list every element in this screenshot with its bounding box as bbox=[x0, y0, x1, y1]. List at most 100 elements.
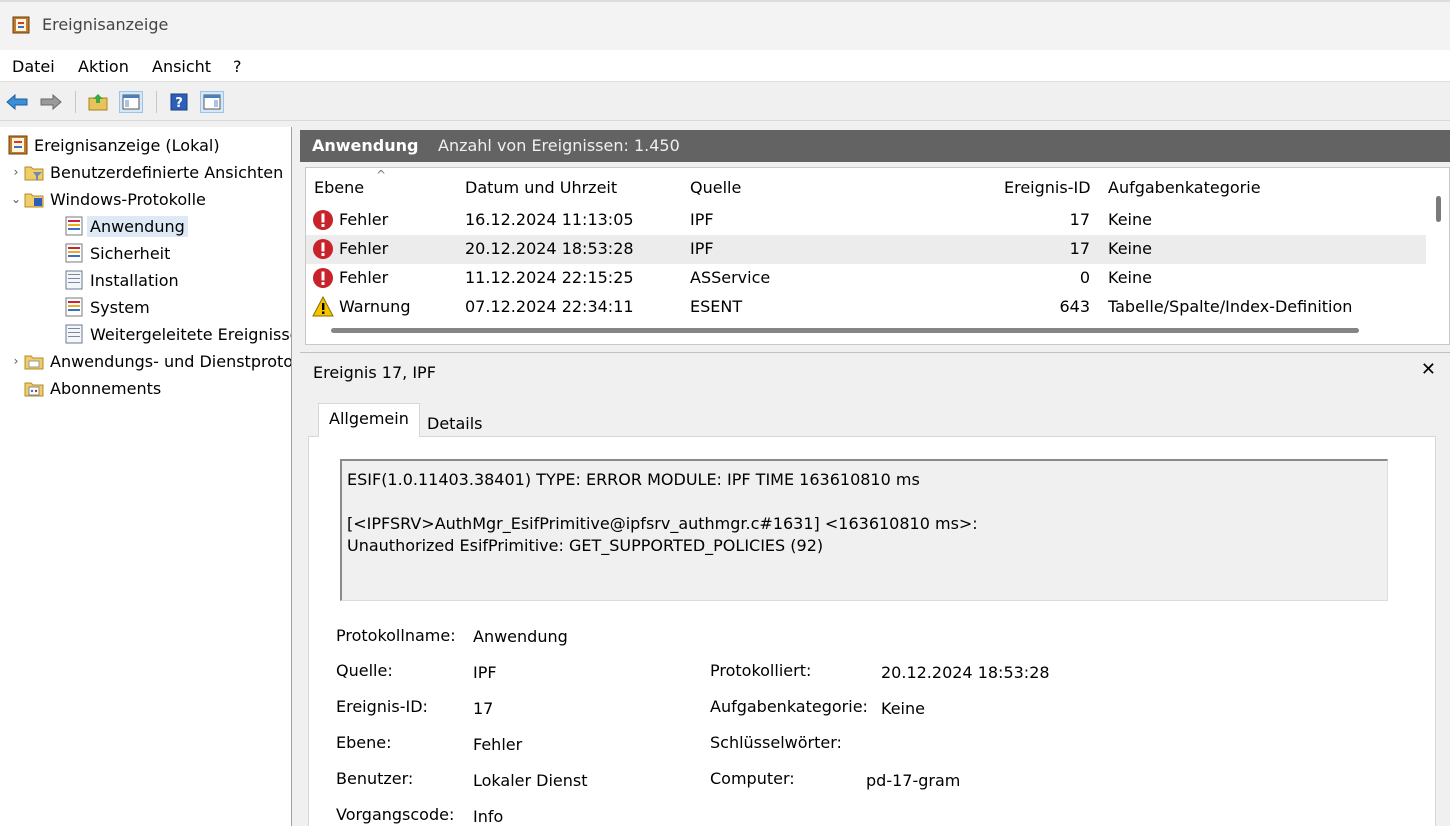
tree-item-windows-logs[interactable]: ⌄ Windows-Protokolle bbox=[8, 187, 206, 211]
log-icon bbox=[65, 243, 83, 263]
tree-item-root[interactable]: Ereignisanzeige (Lokal) bbox=[8, 133, 220, 157]
tree-item-system[interactable]: System bbox=[64, 295, 150, 319]
user-value: Lokaler Dienst bbox=[473, 771, 588, 790]
windows-folder-icon bbox=[24, 193, 44, 208]
event-message[interactable]: ESIF(1.0.11403.38401) TYPE: ERROR MODULE… bbox=[340, 459, 1388, 601]
table-row-selected[interactable]: Fehler 20.12.2024 18:53:28 IPF 17 Keine bbox=[306, 235, 1426, 264]
error-icon bbox=[313, 210, 333, 230]
computer-value: pd-17-gram bbox=[866, 771, 961, 790]
computer-label: Computer: bbox=[710, 769, 795, 788]
forward-arrow-icon bbox=[40, 94, 62, 110]
column-header-task-category[interactable]: Aufgabenkategorie bbox=[1108, 178, 1261, 197]
tree-item-anwendung[interactable]: Anwendung bbox=[64, 214, 188, 238]
logged-label: Protokolliert: bbox=[710, 661, 812, 680]
pane-splitter[interactable] bbox=[292, 127, 300, 826]
vertical-scrollbar[interactable] bbox=[1436, 196, 1441, 222]
event-id-value: 17 bbox=[473, 699, 494, 718]
column-header-level[interactable]: Ebene bbox=[314, 178, 364, 197]
table-row[interactable]: Fehler 16.12.2024 11:13:05 IPF 17 Keine bbox=[306, 206, 1426, 235]
horizontal-scrollbar[interactable] bbox=[331, 328, 1359, 333]
cell-event-id: 0 bbox=[1079, 268, 1090, 287]
chevron-right-icon[interactable]: › bbox=[8, 354, 24, 368]
table-row[interactable]: Fehler 11.12.2024 22:15:25 ASService 0 K… bbox=[306, 264, 1426, 293]
top-edge bbox=[0, 0, 1450, 2]
chevron-right-icon[interactable]: › bbox=[8, 165, 24, 179]
error-icon bbox=[313, 268, 333, 288]
back-button[interactable] bbox=[5, 91, 29, 113]
cell-source: ESENT bbox=[690, 297, 743, 316]
detail-title: Ereignis 17, IPF bbox=[313, 363, 436, 382]
user-label: Benutzer: bbox=[336, 769, 414, 788]
log-name-label: Protokollname: bbox=[336, 626, 456, 645]
events-list: ^ Ebene Datum und Uhrzeit Quelle Ereigni… bbox=[305, 167, 1450, 345]
help-icon: ? bbox=[170, 93, 188, 111]
level-label: Ebene: bbox=[336, 733, 392, 752]
message-line: Unauthorized EsifPrimitive: GET_SUPPORTE… bbox=[347, 536, 824, 555]
toolbar-separator bbox=[75, 91, 76, 113]
cell-level: Warnung bbox=[339, 297, 411, 316]
console-tree-icon bbox=[122, 94, 140, 110]
tree-item-app-service-logs[interactable]: › Anwendungs- und Dienstprotokolle bbox=[8, 349, 291, 373]
cell-datetime: 11.12.2024 22:15:25 bbox=[465, 268, 634, 287]
forward-button[interactable] bbox=[39, 91, 63, 113]
tree-item-sicherheit[interactable]: Sicherheit bbox=[64, 241, 170, 265]
tree-label: Weitergeleitete Ereignisse bbox=[90, 324, 292, 344]
cell-event-id: 17 bbox=[1069, 239, 1090, 258]
message-line: ESIF(1.0.11403.38401) TYPE: ERROR MODULE… bbox=[347, 470, 920, 489]
cell-task-category: Keine bbox=[1108, 210, 1152, 229]
column-header-event-id[interactable]: Ereignis-ID bbox=[1004, 178, 1091, 197]
toolbar-separator bbox=[156, 91, 157, 113]
action-pane-icon bbox=[203, 94, 221, 110]
tree-label: Benutzerdefinierte Ansichten bbox=[50, 162, 284, 182]
opcode-value: Info bbox=[473, 807, 504, 826]
sort-ascending-icon: ^ bbox=[376, 168, 387, 182]
chevron-down-icon[interactable]: ⌄ bbox=[8, 192, 24, 206]
tree-item-weitergeleitete-ereignisse[interactable]: Weitergeleitete Ereignisse bbox=[64, 322, 292, 346]
help-button[interactable]: ? bbox=[167, 91, 191, 113]
cell-source: IPF bbox=[690, 210, 714, 229]
event-count: Anzahl von Ereignissen: 1.450 bbox=[438, 136, 680, 155]
up-button[interactable] bbox=[86, 91, 110, 113]
column-header-datetime[interactable]: Datum und Uhrzeit bbox=[465, 178, 617, 197]
task-category-value: Keine bbox=[881, 699, 925, 718]
cell-level: Fehler bbox=[339, 210, 389, 229]
event-detail-pane: Ereignis 17, IPF ✕ Details ESIF(1.0.1140… bbox=[300, 352, 1450, 826]
tree-item-abonnements[interactable]: Abonnements bbox=[24, 376, 161, 400]
table-row[interactable]: Warnung 07.12.2024 22:34:11 ESENT 643 Ta… bbox=[306, 293, 1426, 322]
log-error-icon bbox=[65, 216, 83, 236]
tree-label: Anwendungs- und Dienstprotokolle bbox=[50, 351, 291, 371]
tree-label: Windows-Protokolle bbox=[50, 189, 206, 209]
filter-folder-icon bbox=[24, 166, 44, 181]
event-viewer-icon bbox=[12, 16, 30, 34]
menu-ansicht[interactable]: Ansicht bbox=[152, 57, 211, 76]
source-value: IPF bbox=[473, 663, 497, 682]
close-icon[interactable]: ✕ bbox=[1421, 359, 1436, 380]
tree-label: Abonnements bbox=[50, 378, 162, 398]
menu-datei[interactable]: Datei bbox=[12, 57, 55, 76]
log-icon bbox=[65, 324, 83, 344]
tree-item-installation[interactable]: Installation bbox=[64, 268, 179, 292]
cell-task-category: Tabelle/Spalte/Index-Definition bbox=[1108, 297, 1353, 316]
svg-text:?: ? bbox=[175, 96, 183, 111]
keywords-label: Schlüsselwörter: bbox=[710, 733, 842, 752]
log-icon bbox=[65, 270, 83, 290]
log-header: Anwendung Anzahl von Ereignissen: 1.450 bbox=[300, 130, 1450, 162]
back-arrow-icon bbox=[6, 94, 28, 110]
cell-task-category: Keine bbox=[1108, 268, 1152, 287]
task-category-label: Aufgabenkategorie: bbox=[710, 697, 868, 716]
cell-datetime: 20.12.2024 18:53:28 bbox=[465, 239, 634, 258]
console-tree-button[interactable] bbox=[119, 91, 143, 113]
tree-item-custom-views[interactable]: › Benutzerdefinierte Ansichten bbox=[8, 160, 284, 184]
column-header-source[interactable]: Quelle bbox=[690, 178, 741, 197]
menu-aktion[interactable]: Aktion bbox=[78, 57, 129, 76]
cell-event-id: 17 bbox=[1069, 210, 1090, 229]
event-id-label: Ereignis-ID: bbox=[336, 697, 428, 716]
subscription-icon bbox=[24, 382, 44, 397]
action-pane-button[interactable] bbox=[200, 91, 224, 113]
message-line: [<IPFSRV>AuthMgr_EsifPrimitive@ipfsrv_au… bbox=[347, 514, 978, 533]
cell-event-id: 643 bbox=[1059, 297, 1090, 316]
menu-help[interactable]: ? bbox=[233, 57, 242, 76]
cell-datetime: 16.12.2024 11:13:05 bbox=[465, 210, 634, 229]
warning-icon bbox=[312, 296, 334, 317]
tab-general[interactable]: Allgemein bbox=[318, 403, 420, 437]
